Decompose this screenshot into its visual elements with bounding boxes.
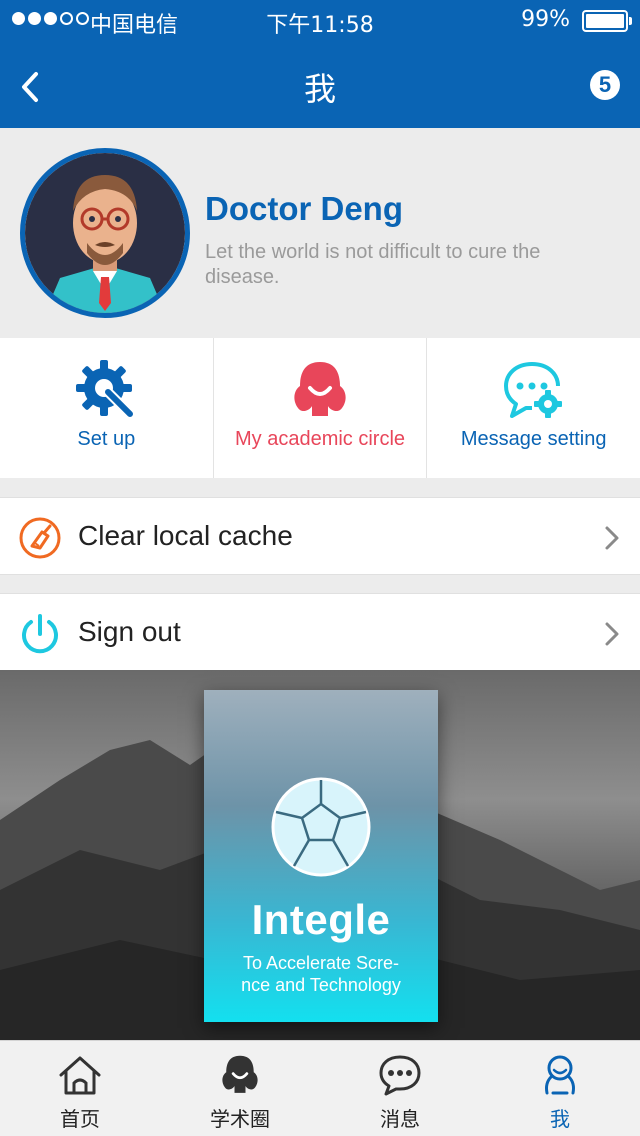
tab-messages[interactable]: 消息	[320, 1041, 480, 1136]
tab-academic-circle[interactable]: 学术圈	[160, 1041, 320, 1136]
promo-banner[interactable]: Integle To Accelerate Scre- nce and Tech…	[0, 670, 640, 1040]
setup-button[interactable]: Set up	[0, 338, 214, 478]
logo-ball-icon	[271, 777, 371, 877]
tab-bar: 首页 学术圈 消息 我	[0, 1040, 640, 1136]
gear-wrench-icon	[76, 360, 136, 419]
academic-circle-button[interactable]: My academic circle	[214, 338, 428, 478]
broom-icon	[19, 517, 61, 559]
tagline-line-1: To Accelerate Scre-	[242, 953, 400, 973]
academic-circle-label: My academic circle	[234, 428, 406, 450]
clear-cache-label: Clear local cache	[78, 520, 293, 551]
page-title: 我	[303, 70, 336, 108]
academic-circle-icon	[294, 362, 346, 416]
top-bar: 中国电信 下午11:58 99% 我 5	[0, 0, 640, 128]
setup-label: Set up	[77, 428, 136, 450]
chevron-right-icon	[605, 622, 619, 646]
brand-tagline: To Accelerate Scre- nce and Technology	[214, 952, 428, 996]
message-gear-icon	[503, 362, 562, 418]
battery-icon	[582, 10, 632, 32]
sign-out-label: Sign out	[78, 616, 181, 647]
quick-actions: Set up My academic circle Message settin…	[0, 338, 640, 478]
tab-home[interactable]: 首页	[0, 1041, 160, 1136]
battery-percent: 99%	[521, 7, 570, 32]
message-setting-button[interactable]: Message setting	[427, 338, 640, 478]
tab-me-label: 我	[550, 1107, 570, 1131]
doctor-avatar-illustration	[25, 153, 185, 313]
tab-messages-label: 消息	[380, 1107, 420, 1131]
chevron-right-icon	[605, 526, 619, 550]
academic-circle-icon	[222, 1055, 258, 1093]
home-icon	[59, 1056, 101, 1095]
message-setting-label: Message setting	[460, 428, 607, 450]
power-icon	[22, 614, 58, 654]
tagline-line-2: nce and Technology	[241, 975, 401, 995]
user-name: Doctor Deng	[205, 190, 403, 227]
tab-me[interactable]: 我	[480, 1041, 640, 1136]
sign-out-row[interactable]: Sign out	[0, 593, 640, 671]
clear-cache-row[interactable]: Clear local cache	[0, 497, 640, 575]
status-bar: 中国电信 下午11:58 99%	[0, 0, 640, 40]
tab-academic-circle-label: 学术圈	[210, 1107, 270, 1131]
tab-home-label: 首页	[60, 1107, 100, 1131]
integle-card: Integle To Accelerate Scre- nce and Tech…	[204, 690, 438, 1022]
user-motto: Let the world is not difficult to cure t…	[205, 241, 541, 288]
notification-badge[interactable]: 5	[590, 70, 620, 100]
chat-icon	[379, 1055, 421, 1096]
brand-name: Integle	[251, 896, 391, 943]
profile-header: Doctor Deng Let the world is not difficu…	[0, 128, 640, 338]
avatar[interactable]	[20, 148, 190, 318]
person-icon	[545, 1055, 575, 1095]
